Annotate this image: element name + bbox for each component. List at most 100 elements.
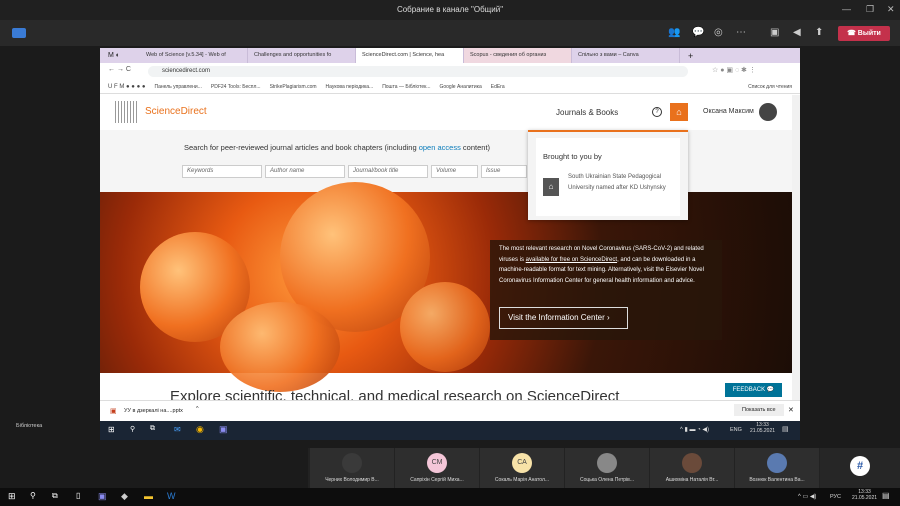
- search-panel: Search for peer-reviewed journal article…: [100, 130, 800, 192]
- feedback-button[interactable]: FEEDBACK 💬: [725, 383, 782, 397]
- participant-avatar: СА: [512, 453, 532, 473]
- chat-icon[interactable]: 💬: [692, 27, 704, 38]
- leave-button[interactable]: ☎ Выйти: [838, 26, 890, 41]
- chevron-up-icon[interactable]: ^: [196, 406, 199, 412]
- participant-avatar: СМ: [427, 453, 447, 473]
- issue-input[interactable]: Issue: [481, 165, 527, 178]
- breakout-icon[interactable]: ◎: [714, 27, 723, 38]
- participant-name: Сокаль Марія Анатол...: [494, 477, 550, 483]
- sciencedirect-logo[interactable]: ScienceDirect: [145, 106, 207, 117]
- share-screen-icon[interactable]: ⬆: [815, 27, 823, 38]
- url-input[interactable]: sciencedirect.com: [148, 66, 688, 77]
- teams-title-bar: Собрание в канале "Общий": [0, 0, 900, 20]
- mail-icon[interactable]: ✉: [174, 425, 181, 434]
- participants-strip: Черних Володимир В... СМ Сапріхін Сергій …: [308, 448, 900, 488]
- notifications-icon[interactable]: ▤: [782, 425, 789, 433]
- windows-start-icon[interactable]: ⊞: [8, 491, 16, 502]
- bookmark[interactable]: Панель управлени...: [155, 84, 202, 90]
- institution-name[interactable]: South Ukrainian State Pedagogical Univer…: [568, 172, 678, 194]
- new-tab-button[interactable]: +: [680, 51, 693, 61]
- participant-tile[interactable]: СМ Сапріхін Сергій Миха...: [395, 448, 479, 488]
- search-icon[interactable]: ⚲: [130, 425, 135, 433]
- participant-tile[interactable]: Ашихміна Наталія Вт...: [650, 448, 734, 488]
- os-date: 21.05.2021: [852, 495, 878, 501]
- visit-info-center-button[interactable]: Visit the Information Center ›: [499, 307, 628, 329]
- nav-back-forward-reload-icons[interactable]: ← → C: [108, 66, 131, 73]
- participant-name: Черних Володимир В...: [325, 477, 379, 483]
- user-name[interactable]: Оксана Максим: [703, 108, 754, 115]
- participant-tile[interactable]: Вознюк Валентина Ва...: [735, 448, 819, 488]
- help-icon[interactable]: ?: [652, 107, 662, 117]
- os-clock[interactable]: 13:33 21.05.2021: [852, 489, 877, 501]
- feedback-label: FEEDBACK: [732, 387, 766, 393]
- author-input[interactable]: Author name: [265, 165, 345, 178]
- close-icon[interactable]: ✕: [887, 4, 895, 15]
- file-icon[interactable]: ▯: [76, 491, 80, 500]
- search-prompt-text: Search for peer-reviewed journal article…: [184, 143, 419, 152]
- tab-challenges[interactable]: Challenges and opportunities fo: [248, 48, 356, 63]
- open-access-link[interactable]: open access: [419, 143, 461, 152]
- banner-textbox: The most relevant research on Novel Coro…: [490, 240, 722, 340]
- close-download-bar-icon[interactable]: ✕: [788, 406, 794, 414]
- word-icon[interactable]: W: [167, 491, 176, 501]
- pinned-tabs[interactable]: M ◐: [100, 52, 140, 59]
- task-view-icon[interactable]: ⧉: [150, 425, 155, 433]
- popup-title: Brought to you by: [543, 152, 602, 161]
- camera-off-icon[interactable]: ▣: [770, 27, 779, 38]
- bookmark[interactable]: Наукова періодика...: [326, 84, 374, 90]
- download-file[interactable]: УУ в дзеркалі на....pptx: [124, 408, 183, 414]
- os-lang[interactable]: РУС: [830, 494, 841, 500]
- mic-icon[interactable]: ◀: [793, 27, 801, 38]
- bookmark[interactable]: Пошта — Бібліотек...: [382, 84, 430, 90]
- keywords-input[interactable]: Keywords: [182, 165, 262, 178]
- journals-books-link[interactable]: Journals & Books: [556, 108, 618, 117]
- reading-list[interactable]: Список для чтения: [748, 84, 800, 90]
- participant-tile[interactable]: СА Сокаль Марія Анатол...: [480, 448, 564, 488]
- elsevier-logo-icon: [115, 101, 139, 123]
- inner-clock[interactable]: 13:33 21.05.2021: [750, 422, 775, 434]
- tab-scopus[interactable]: Scopus - сведения об организ: [464, 48, 572, 63]
- minimize-icon[interactable]: —: [842, 4, 851, 14]
- task-view-icon[interactable]: ⧉: [52, 491, 58, 501]
- free-access-link[interactable]: available for free on ScienceDirect: [526, 257, 617, 263]
- teams-icon[interactable]: ▣: [98, 491, 107, 502]
- participant-tile[interactable]: Соцька Олена Петрів...: [565, 448, 649, 488]
- volume-input[interactable]: Volume: [431, 165, 478, 178]
- browser-tab-bar: M ◐ Web of Science [v.5.34] - Web of Cha…: [100, 48, 800, 63]
- search-prompt: Search for peer-reviewed journal article…: [184, 143, 490, 152]
- user-avatar-icon[interactable]: [759, 103, 777, 121]
- teams-icon[interactable]: ▣: [219, 424, 228, 435]
- participant-tile[interactable]: Черних Володимир В...: [310, 448, 394, 488]
- shared-screen: M ◐ Web of Science [v.5.34] - Web of Cha…: [100, 48, 800, 440]
- bookmark[interactable]: PDF24 Tools: Беспл...: [211, 84, 261, 90]
- maximize-icon[interactable]: ❐: [866, 4, 874, 15]
- institution-button[interactable]: ⌂: [670, 103, 688, 121]
- share-tray-icon[interactable]: [12, 28, 26, 38]
- extensions-icons[interactable]: ☆ ● ▣ ◌ ✱ ⋮: [712, 66, 756, 74]
- tab-canva[interactable]: Спільно з вами – Canva: [572, 48, 680, 63]
- show-all-button[interactable]: Показать все: [734, 404, 784, 416]
- address-bar-row: ← → C sciencedirect.com ☆ ● ▣ ◌ ✱ ⋮: [100, 63, 800, 80]
- scrollbar[interactable]: [792, 95, 800, 400]
- tray-icons[interactable]: ^ ▭ ◀): [798, 493, 816, 500]
- bookmark[interactable]: EdEra: [491, 84, 505, 90]
- tray-icons[interactable]: ^ ▮ ▬ ◔ ◀): [680, 426, 709, 433]
- tab-web-of-science[interactable]: Web of Science [v.5.34] - Web of: [140, 48, 248, 63]
- windows-taskbar: ⊞ ⚲ ⧉ ▯ ▣ ◆ ▬ W ^ ▭ ◀) РУС 13:33 21.05.20…: [0, 488, 900, 506]
- app-icon[interactable]: ◆: [121, 491, 128, 502]
- participants-icon[interactable]: 👥: [668, 27, 680, 38]
- bookmark-icons[interactable]: U F M ● ● ● ●: [108, 84, 146, 90]
- windows-start-icon[interactable]: ⊞: [108, 425, 115, 434]
- bookmark[interactable]: Google Аналитика: [439, 84, 481, 90]
- search-icon[interactable]: ⚲: [30, 491, 36, 500]
- coronavirus-banner: The most relevant research on Novel Coro…: [100, 182, 792, 392]
- more-icon[interactable]: ⋯: [736, 27, 746, 38]
- notifications-icon[interactable]: ▤: [882, 491, 890, 500]
- inner-lang[interactable]: ENG: [730, 427, 742, 433]
- bookmark[interactable]: StrikePlagiarism.com: [270, 84, 317, 90]
- tab-sciencedirect[interactable]: ScienceDirect.com | Science, hea: [356, 48, 464, 63]
- explorer-icon[interactable]: ▬: [144, 491, 153, 501]
- chrome-icon[interactable]: ◉: [196, 424, 204, 435]
- journal-input[interactable]: Journal/book title: [348, 165, 428, 178]
- channel-tile[interactable]: #: [820, 448, 900, 488]
